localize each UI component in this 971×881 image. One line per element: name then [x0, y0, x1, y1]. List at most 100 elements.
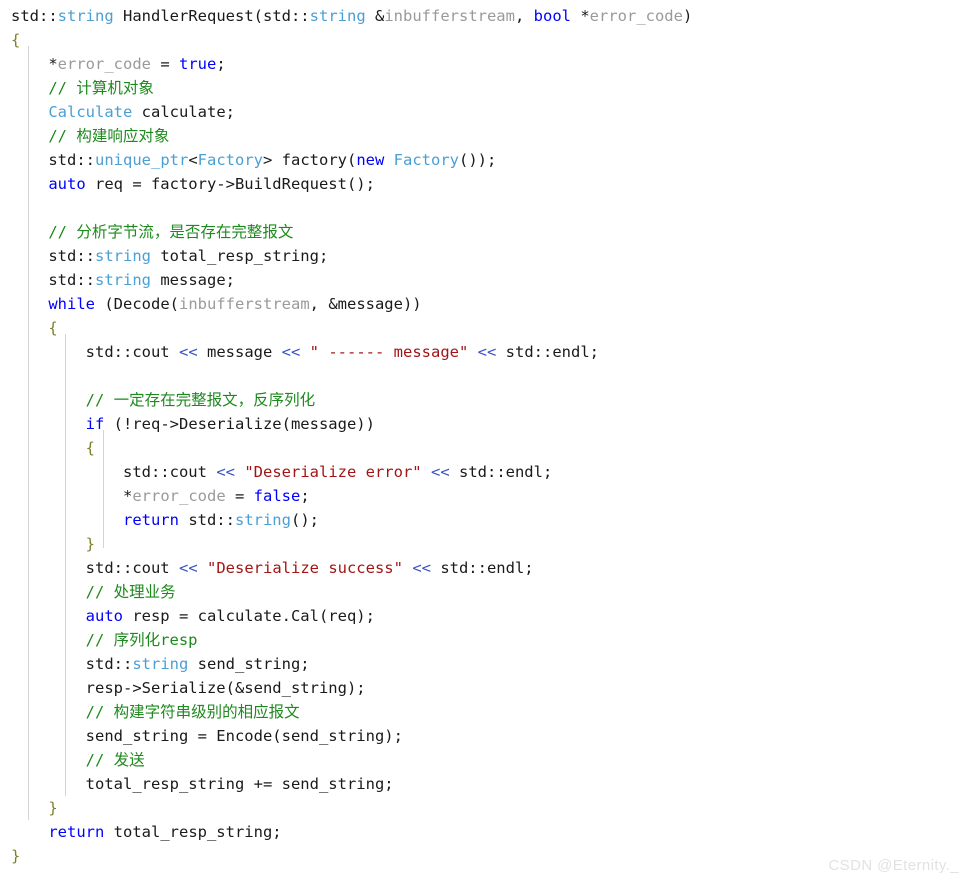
code-line: if (!req->Deserialize(message)): [11, 412, 692, 436]
code-line: total_resp_string += send_string;: [11, 772, 692, 796]
code-token: ;: [300, 487, 310, 505]
code-token: , &message)): [309, 295, 422, 313]
code-token: "Deserialize error": [244, 463, 422, 481]
code-line: {: [11, 316, 692, 340]
code-token: resp = calculate.Cal(req);: [122, 607, 375, 625]
code-token: error_code: [589, 7, 683, 25]
code-token: {: [11, 31, 21, 49]
code-line: std::string message;: [11, 268, 692, 292]
code-token: <<: [216, 463, 235, 481]
code-token: &: [365, 7, 385, 25]
code-token: std::: [11, 7, 58, 25]
code-token: std::: [11, 271, 95, 289]
code-screenshot: std::string HandlerRequest(std::string &…: [0, 0, 971, 881]
code-line: *error_code = false;: [11, 484, 692, 508]
code-token: std::endl;: [430, 559, 534, 577]
csdn-watermark: CSDN @Eternity._: [828, 857, 959, 874]
code-line: // 构建响应对象: [11, 124, 692, 148]
code-token: <<: [178, 559, 198, 577]
code-token: <<: [178, 343, 198, 361]
code-token: string: [95, 247, 151, 265]
code-token: ());: [459, 151, 497, 169]
code-token: Factory: [197, 151, 263, 169]
code-token: (Decode(: [95, 295, 179, 313]
code-token: string: [234, 511, 291, 529]
code-token: new: [356, 151, 385, 169]
code-line: // 处理业务: [11, 580, 692, 604]
code-token: ,: [514, 7, 534, 25]
code-token: req = factory->BuildRequest();: [85, 175, 375, 193]
code-token: // 计算机对象: [11, 79, 154, 97]
code-line: std::string send_string;: [11, 652, 692, 676]
code-token: =: [151, 55, 179, 73]
code-token: return: [122, 511, 179, 529]
code-token: message;: [151, 271, 235, 289]
code-token: while: [48, 295, 95, 313]
code-token: <<: [281, 343, 301, 361]
code-line: std::string HandlerRequest(std::string &…: [11, 4, 692, 28]
code-token: *: [11, 487, 133, 505]
code-token: ): [682, 7, 693, 25]
code-token: std::endl;: [496, 343, 599, 361]
code-line: // 计算机对象: [11, 76, 692, 100]
code-line: std::cout << message << " ------ message…: [11, 340, 692, 364]
code-token: resp->Serialize(&send_string);: [11, 679, 366, 697]
code-line: // 发送: [11, 748, 692, 772]
code-token: message: [197, 343, 282, 361]
code-token: std::cout: [11, 343, 179, 361]
code-line: auto req = factory->BuildRequest();: [11, 172, 692, 196]
code-token: string: [57, 7, 114, 25]
code-token: // 构建响应对象: [11, 127, 170, 145]
code-token: ();: [290, 511, 319, 529]
code-token: std::: [11, 655, 133, 673]
code-token: {: [11, 319, 58, 337]
code-block: std::string HandlerRequest(std::string &…: [0, 0, 692, 868]
code-token: bool: [533, 7, 571, 25]
code-token: error_code: [132, 487, 226, 505]
code-line: }: [11, 532, 692, 556]
code-token: // 分析字节流，是否存在完整报文: [11, 223, 294, 241]
code-token: // 发送: [11, 751, 145, 769]
code-token: std::: [11, 247, 95, 265]
code-token: string: [309, 7, 366, 25]
code-token: (!req->Deserialize(message)): [104, 415, 375, 433]
code-token: std::endl;: [449, 463, 553, 481]
code-token: std::cout: [11, 559, 179, 577]
code-token: <: [188, 151, 198, 169]
code-token: total_resp_string;: [104, 823, 282, 841]
code-token: > factory(: [263, 151, 357, 169]
code-token: Calculate: [48, 103, 133, 121]
code-token: // 处理业务: [11, 583, 176, 601]
code-token: HandlerRequest(: [113, 7, 263, 25]
code-token: }: [11, 847, 21, 865]
code-token: send_string;: [188, 655, 310, 673]
code-token: true: [179, 55, 217, 73]
code-token: <<: [477, 343, 497, 361]
code-line: }: [11, 844, 692, 868]
code-token: std::cout: [11, 463, 217, 481]
code-token: inbufferstream: [179, 295, 310, 313]
code-token: auto: [48, 175, 86, 193]
code-token: inbufferstream: [384, 7, 515, 25]
code-token: string: [95, 271, 151, 289]
code-token: Factory: [393, 151, 459, 169]
code-line: {: [11, 436, 692, 460]
code-token: send_string = Encode(send_string);: [11, 727, 403, 745]
code-token: *: [570, 7, 590, 25]
code-line: return std::string();: [11, 508, 692, 532]
code-token: ;: [216, 55, 226, 73]
code-line: // 构建字符串级别的相应报文: [11, 700, 692, 724]
code-line: return total_resp_string;: [11, 820, 692, 844]
code-line: resp->Serialize(&send_string);: [11, 676, 692, 700]
code-line: // 一定存在完整报文，反序列化: [11, 388, 692, 412]
code-token: <<: [412, 559, 431, 577]
